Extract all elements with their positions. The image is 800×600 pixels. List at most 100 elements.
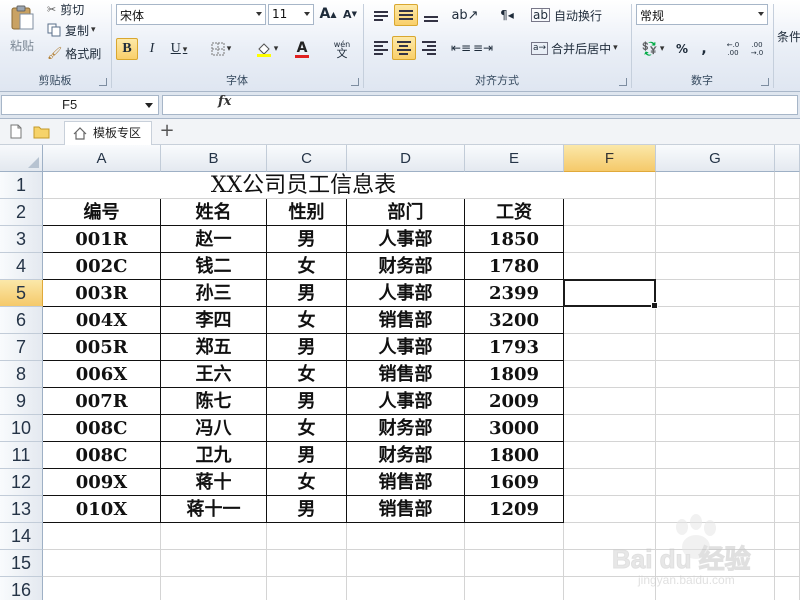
cell-partial[interactable] — [775, 361, 800, 388]
cell-a13[interactable]: 010X — [43, 496, 161, 523]
align-bottom-button[interactable] — [420, 6, 442, 26]
cell-c8[interactable]: 女 — [267, 361, 347, 388]
insert-function-button[interactable]: fx — [218, 94, 231, 109]
cell-b5[interactable]: 孙三 — [161, 280, 267, 307]
cell-e16[interactable] — [465, 577, 564, 600]
cell-c3[interactable]: 男 — [267, 226, 347, 253]
cell-partial[interactable] — [775, 172, 800, 199]
bold-button[interactable]: B — [116, 38, 138, 60]
cell-a14[interactable] — [43, 523, 161, 550]
cell-a10[interactable]: 008C — [43, 415, 161, 442]
cell-f11[interactable] — [564, 442, 656, 469]
cell-e11[interactable]: 1800 — [465, 442, 564, 469]
cell-f8[interactable] — [564, 361, 656, 388]
row-header-9[interactable]: 9 — [0, 388, 43, 415]
cell-partial[interactable] — [775, 469, 800, 496]
cell-g3[interactable] — [656, 226, 775, 253]
cell-b6[interactable]: 李四 — [161, 307, 267, 334]
cell-b3[interactable]: 赵一 — [161, 226, 267, 253]
row-header-7[interactable]: 7 — [0, 334, 43, 361]
accounting-format-button[interactable]: 💱 ▾ — [636, 38, 670, 60]
cell-a3[interactable]: 001R — [43, 226, 161, 253]
cell-b8[interactable]: 王六 — [161, 361, 267, 388]
cell-e13[interactable]: 1209 — [465, 496, 564, 523]
cell-c16[interactable] — [267, 577, 347, 600]
cell-g12[interactable] — [656, 469, 775, 496]
number-format-select[interactable]: 常规 — [636, 4, 768, 25]
paste-button[interactable]: 粘贴 — [4, 0, 40, 58]
folder-icon[interactable] — [33, 124, 50, 139]
italic-button[interactable]: I — [142, 38, 162, 60]
cell-e15[interactable] — [465, 550, 564, 577]
cell-b10[interactable]: 冯八 — [161, 415, 267, 442]
row-header-1[interactable]: 1 — [0, 172, 43, 199]
cell-d3[interactable]: 人事部 — [347, 226, 465, 253]
cell-a4[interactable]: 002C — [43, 253, 161, 280]
cell-d13[interactable]: 销售部 — [347, 496, 465, 523]
cell-d15[interactable] — [347, 550, 465, 577]
font-name-select[interactable]: 宋体 — [116, 4, 266, 25]
row-header-3[interactable]: 3 — [0, 226, 43, 253]
align-left-button[interactable] — [370, 38, 392, 58]
cell-e5[interactable]: 2399 — [465, 280, 564, 307]
alignment-launcher-icon[interactable] — [619, 78, 627, 86]
row-header-4[interactable]: 4 — [0, 253, 43, 280]
font-launcher-icon[interactable] — [351, 78, 359, 86]
cell-a9[interactable]: 007R — [43, 388, 161, 415]
cell-b13[interactable]: 蒋十一 — [161, 496, 267, 523]
align-right-button[interactable] — [418, 38, 440, 58]
cell-c11[interactable]: 男 — [267, 442, 347, 469]
cell-b4[interactable]: 钱二 — [161, 253, 267, 280]
align-center-button[interactable] — [392, 36, 416, 60]
cell-a8[interactable]: 006X — [43, 361, 161, 388]
shrink-font-button[interactable]: A ▼ — [340, 4, 360, 24]
row-header-14[interactable]: 14 — [0, 523, 43, 550]
cell-g11[interactable] — [656, 442, 775, 469]
cell-c6[interactable]: 女 — [267, 307, 347, 334]
increase-decimal-button[interactable]: ←.0 .00 — [722, 38, 744, 60]
cell-d11[interactable]: 财务部 — [347, 442, 465, 469]
cell-d2[interactable]: 部门 — [347, 199, 465, 226]
cell-c13[interactable]: 男 — [267, 496, 347, 523]
percent-button[interactable]: % — [672, 38, 692, 60]
cell-a2[interactable]: 编号 — [43, 199, 161, 226]
new-document-icon[interactable] — [9, 124, 23, 139]
cell-f4[interactable] — [564, 253, 656, 280]
cell-f6[interactable] — [564, 307, 656, 334]
number-launcher-icon[interactable] — [761, 78, 769, 86]
cell-a12[interactable]: 009X — [43, 469, 161, 496]
cell-g7[interactable] — [656, 334, 775, 361]
cell-g2[interactable] — [656, 199, 775, 226]
cell-partial[interactable] — [775, 253, 800, 280]
cell-e12[interactable]: 1609 — [465, 469, 564, 496]
cell-b11[interactable]: 卫九 — [161, 442, 267, 469]
copy-button[interactable]: 复制 ▾ — [46, 21, 106, 39]
cell-d7[interactable]: 人事部 — [347, 334, 465, 361]
cell-b12[interactable]: 蒋十 — [161, 469, 267, 496]
cell-f5[interactable] — [564, 280, 656, 307]
cell-e6[interactable]: 3200 — [465, 307, 564, 334]
cell-f7[interactable] — [564, 334, 656, 361]
cell-b9[interactable]: 陈七 — [161, 388, 267, 415]
row-header-11[interactable]: 11 — [0, 442, 43, 469]
row-header-13[interactable]: 13 — [0, 496, 43, 523]
direction-button[interactable]: ¶◂ — [492, 5, 522, 25]
cell-d9[interactable]: 人事部 — [347, 388, 465, 415]
cell-g10[interactable] — [656, 415, 775, 442]
tab-template-zone[interactable]: 模板专区 — [64, 121, 152, 145]
column-header-partial[interactable] — [775, 145, 800, 172]
cell-e10[interactable]: 3000 — [465, 415, 564, 442]
cell-d5[interactable]: 人事部 — [347, 280, 465, 307]
cell-f1[interactable] — [564, 172, 656, 199]
cell-a16[interactable] — [43, 577, 161, 600]
cell-e7[interactable]: 1793 — [465, 334, 564, 361]
borders-button[interactable]: ▾ — [206, 38, 236, 60]
cell-e3[interactable]: 1850 — [465, 226, 564, 253]
conditional-formatting-button[interactable]: 条件 — [776, 24, 800, 48]
cell-c14[interactable] — [267, 523, 347, 550]
increase-indent-button[interactable]: ≡⇥ — [472, 38, 494, 58]
format-painter-button[interactable]: 🖌 格式刷 — [46, 44, 108, 62]
align-middle-button[interactable] — [394, 4, 418, 26]
row-header-5[interactable]: 5 — [0, 280, 43, 307]
cell-partial[interactable] — [775, 280, 800, 307]
